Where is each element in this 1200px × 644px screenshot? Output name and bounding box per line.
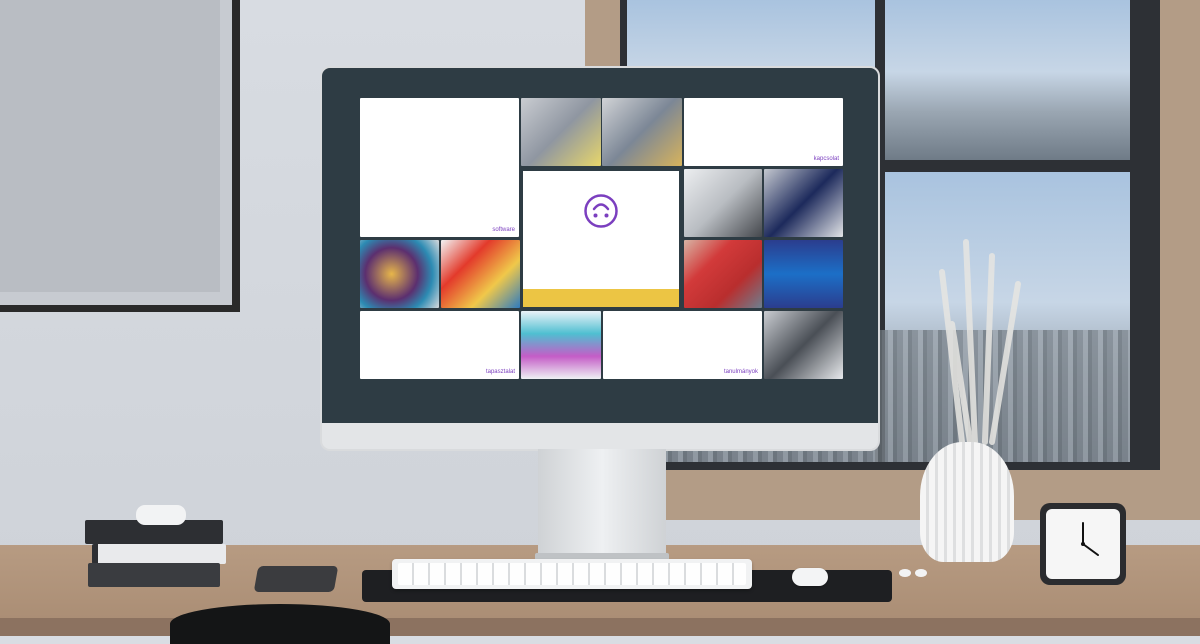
clock-hands xyxy=(1081,522,1099,556)
wall-picture-mat xyxy=(0,0,220,292)
dried-grass-stems xyxy=(939,239,1021,445)
monitor-chin xyxy=(322,423,878,449)
portfolio-photo-brochure[interactable] xyxy=(521,98,601,166)
vase xyxy=(920,442,1014,562)
portfolio-photo-website[interactable] xyxy=(521,311,601,379)
portfolio-photo-laptop[interactable] xyxy=(764,169,843,237)
smiley-icon xyxy=(584,194,618,228)
portfolio-photo-magazine[interactable] xyxy=(602,98,682,166)
mouse xyxy=(792,568,828,586)
center-tile[interactable] xyxy=(523,171,679,307)
book xyxy=(88,563,220,587)
tile-tanulmanyok[interactable]: tanulmányok xyxy=(603,311,762,379)
book xyxy=(92,544,226,564)
tile-tapasztalat[interactable]: tapasztalat xyxy=(360,311,519,379)
portfolio-photo-spar[interactable] xyxy=(684,240,762,308)
portfolio-photo-monitor[interactable] xyxy=(764,311,843,379)
tile-kapcsolat[interactable]: kapcsolat xyxy=(684,98,843,166)
chair xyxy=(170,604,390,644)
portfolio-photo-webpage[interactable] xyxy=(764,240,843,308)
phone xyxy=(253,566,339,592)
tile-label-tapasztalat: tapasztalat xyxy=(485,369,515,375)
window-pane xyxy=(885,0,1130,160)
portfolio-photo-bags[interactable] xyxy=(684,169,762,237)
tile-label-tanulmanyok: tanulmányok xyxy=(723,369,758,375)
airpods-case xyxy=(136,505,186,525)
portfolio-photo-stickers[interactable] xyxy=(360,240,439,308)
tile-label-software: software xyxy=(492,227,515,233)
earbuds xyxy=(899,569,927,577)
tile-label-kapcsolat: kapcsolat xyxy=(813,156,839,162)
tile-software[interactable]: software xyxy=(360,98,519,237)
portfolio-photo-flyers[interactable] xyxy=(441,240,520,308)
center-tile-bar xyxy=(523,289,679,307)
keyboard-keys xyxy=(398,563,746,585)
monitor-stand xyxy=(538,449,666,559)
